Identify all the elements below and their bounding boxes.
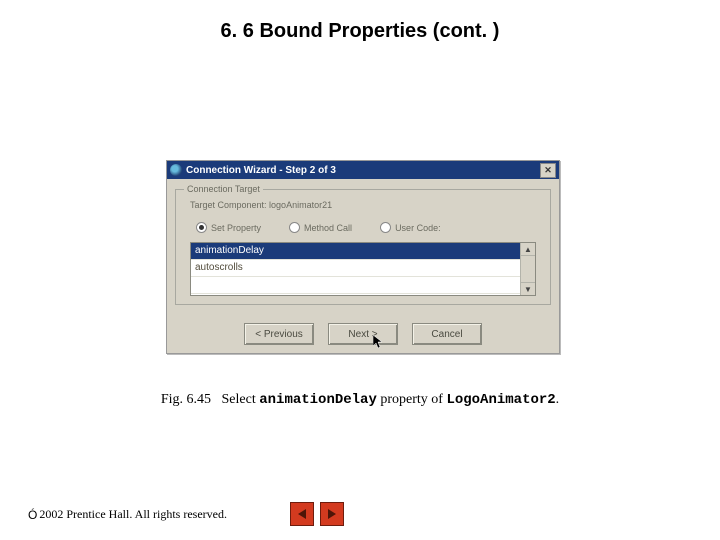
connection-wizard-dialog: Connection Wizard - Step 2 of 3 ✕ Connec… [166, 160, 560, 354]
cancel-button[interactable]: Cancel [412, 323, 482, 345]
slide-title: 6. 6 Bound Properties (cont. ) [0, 20, 720, 43]
titlebar: Connection Wizard - Step 2 of 3 ✕ [167, 161, 559, 179]
close-button[interactable]: ✕ [540, 163, 556, 178]
window-title: Connection Wizard - Step 2 of 3 [186, 165, 540, 176]
radio-group: Set Property Method Call User Code: [196, 222, 530, 233]
caption-code: animationDelay [259, 392, 377, 408]
list-item[interactable] [191, 277, 520, 294]
list-column: animationDelay autoscrolls [191, 243, 520, 295]
next-slide-button[interactable] [320, 502, 344, 526]
triangle-left-icon [295, 507, 309, 521]
prev-slide-button[interactable] [290, 502, 314, 526]
list-item[interactable]: animationDelay [191, 243, 520, 260]
caption-text: property of [377, 392, 447, 407]
caption-code: LogoAnimator2 [446, 392, 555, 408]
target-component-label: Target Component: logoAnimator21 [190, 200, 332, 210]
property-listbox[interactable]: animationDelay autoscrolls ▲ ▼ [190, 242, 536, 296]
footer: Ó 2002 Prentice Hall. All rights reserve… [28, 507, 227, 522]
radio-set-property[interactable]: Set Property [196, 222, 261, 233]
caption-text: . [556, 392, 560, 407]
connection-target-fieldset: Connection Target Target Component: logo… [175, 189, 551, 305]
button-row: < Previous Next > Cancel [167, 323, 559, 345]
fieldset-legend: Connection Target [184, 184, 263, 194]
figure-number: Fig. 6.45 [161, 392, 211, 407]
previous-button[interactable]: < Previous [244, 323, 314, 345]
copyright-icon: Ó [28, 508, 37, 522]
next-button[interactable]: Next > [328, 323, 398, 345]
list-item[interactable]: autoscrolls [191, 260, 520, 277]
scroll-track[interactable] [521, 256, 535, 282]
caption-text: Select [222, 392, 260, 407]
radio-dot-icon [380, 222, 391, 233]
footer-text: 2002 Prentice Hall. All rights reserved. [39, 507, 227, 522]
triangle-right-icon [325, 507, 339, 521]
app-icon [170, 164, 182, 176]
target-value: logoAnimator21 [269, 200, 332, 210]
radio-label: Set Property [211, 223, 261, 233]
radio-dot-icon [196, 222, 207, 233]
slide-nav [290, 502, 344, 526]
target-prefix: Target Component: [190, 200, 269, 210]
scrollbar[interactable]: ▲ ▼ [520, 243, 535, 295]
scroll-down-icon[interactable]: ▼ [521, 282, 535, 295]
radio-label: User Code: [395, 223, 441, 233]
radio-user-code[interactable]: User Code: [380, 222, 441, 233]
radio-label: Method Call [304, 223, 352, 233]
scroll-up-icon[interactable]: ▲ [521, 243, 535, 256]
radio-method-call[interactable]: Method Call [289, 222, 352, 233]
figure-caption: Fig. 6.45 Select animationDelay property… [0, 392, 720, 408]
radio-dot-icon [289, 222, 300, 233]
next-button-label: Next > [348, 329, 377, 340]
